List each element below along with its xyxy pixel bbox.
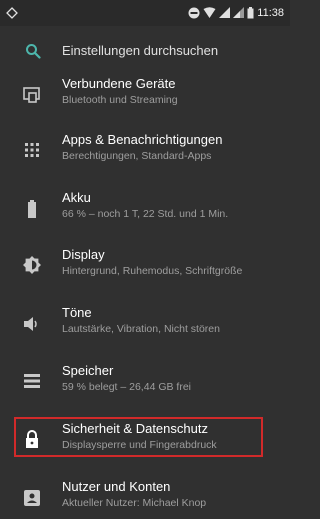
- signal-icon-1: [219, 7, 231, 18]
- battery-status-icon: [247, 7, 254, 19]
- volume-icon: [22, 314, 42, 334]
- do-not-disturb-icon: [188, 7, 200, 19]
- settings-item-subtitle: Hintergrund, Ruhemodus, Schriftgröße: [62, 265, 243, 277]
- highlight-box: [14, 417, 263, 457]
- account-icon: [22, 488, 42, 508]
- settings-item-title: Akku: [62, 190, 91, 205]
- settings-item-storage[interactable]: Speicher 59 % belegt – 26,44 GB frei: [0, 363, 290, 411]
- settings-item-title: Display: [62, 247, 105, 262]
- settings-item-subtitle: 66 % – noch 1 T, 22 Std. und 1 Min.: [62, 208, 229, 220]
- settings-item-subtitle: Lautstärke, Vibration, Nicht stören: [62, 323, 220, 335]
- settings-item-title: Nutzer und Konten: [62, 479, 171, 494]
- storage-icon: [22, 371, 42, 391]
- search-input[interactable]: Einstellungen durchsuchen: [62, 43, 218, 58]
- devices-icon: [22, 85, 42, 105]
- search-icon[interactable]: [25, 43, 41, 59]
- signal-icon-2: [233, 7, 245, 18]
- settings-item-subtitle: Bluetooth und Streaming: [62, 94, 178, 106]
- search-bar[interactable]: Einstellungen durchsuchen: [0, 26, 290, 76]
- settings-item-apps[interactable]: Apps & Benachrichtigungen Berechtigungen…: [0, 132, 290, 180]
- settings-item-subtitle: Berechtigungen, Standard-Apps: [62, 150, 212, 162]
- settings-item-title: Verbundene Geräte: [62, 76, 176, 91]
- settings-item-sound[interactable]: Töne Lautstärke, Vibration, Nicht stören: [0, 305, 290, 353]
- apps-grid-icon: [22, 140, 42, 160]
- settings-item-title: Apps & Benachrichtigungen: [62, 132, 223, 147]
- settings-item-title: Speicher: [62, 363, 114, 378]
- battery-icon: [22, 199, 42, 219]
- status-bar: 11:38: [0, 0, 290, 26]
- settings-item-connected-devices[interactable]: Verbundene Geräte Bluetooth und Streamin…: [0, 76, 290, 124]
- settings-item-subtitle: 59 % belegt – 26,44 GB frei: [62, 381, 191, 393]
- notification-icon: [6, 7, 18, 19]
- settings-item-display[interactable]: Display Hintergrund, Ruhemodus, Schriftg…: [0, 247, 290, 295]
- clock: 11:38: [257, 7, 284, 19]
- settings-item-title: Töne: [62, 305, 92, 320]
- settings-item-users[interactable]: Nutzer und Konten Aktueller Nutzer: Mich…: [0, 479, 290, 519]
- settings-item-subtitle: Aktueller Nutzer: Michael Knop: [62, 497, 207, 509]
- settings-item-battery[interactable]: Akku 66 % – noch 1 T, 22 Std. und 1 Min.: [0, 190, 290, 238]
- brightness-icon: [22, 255, 42, 275]
- wifi-icon: [203, 7, 216, 18]
